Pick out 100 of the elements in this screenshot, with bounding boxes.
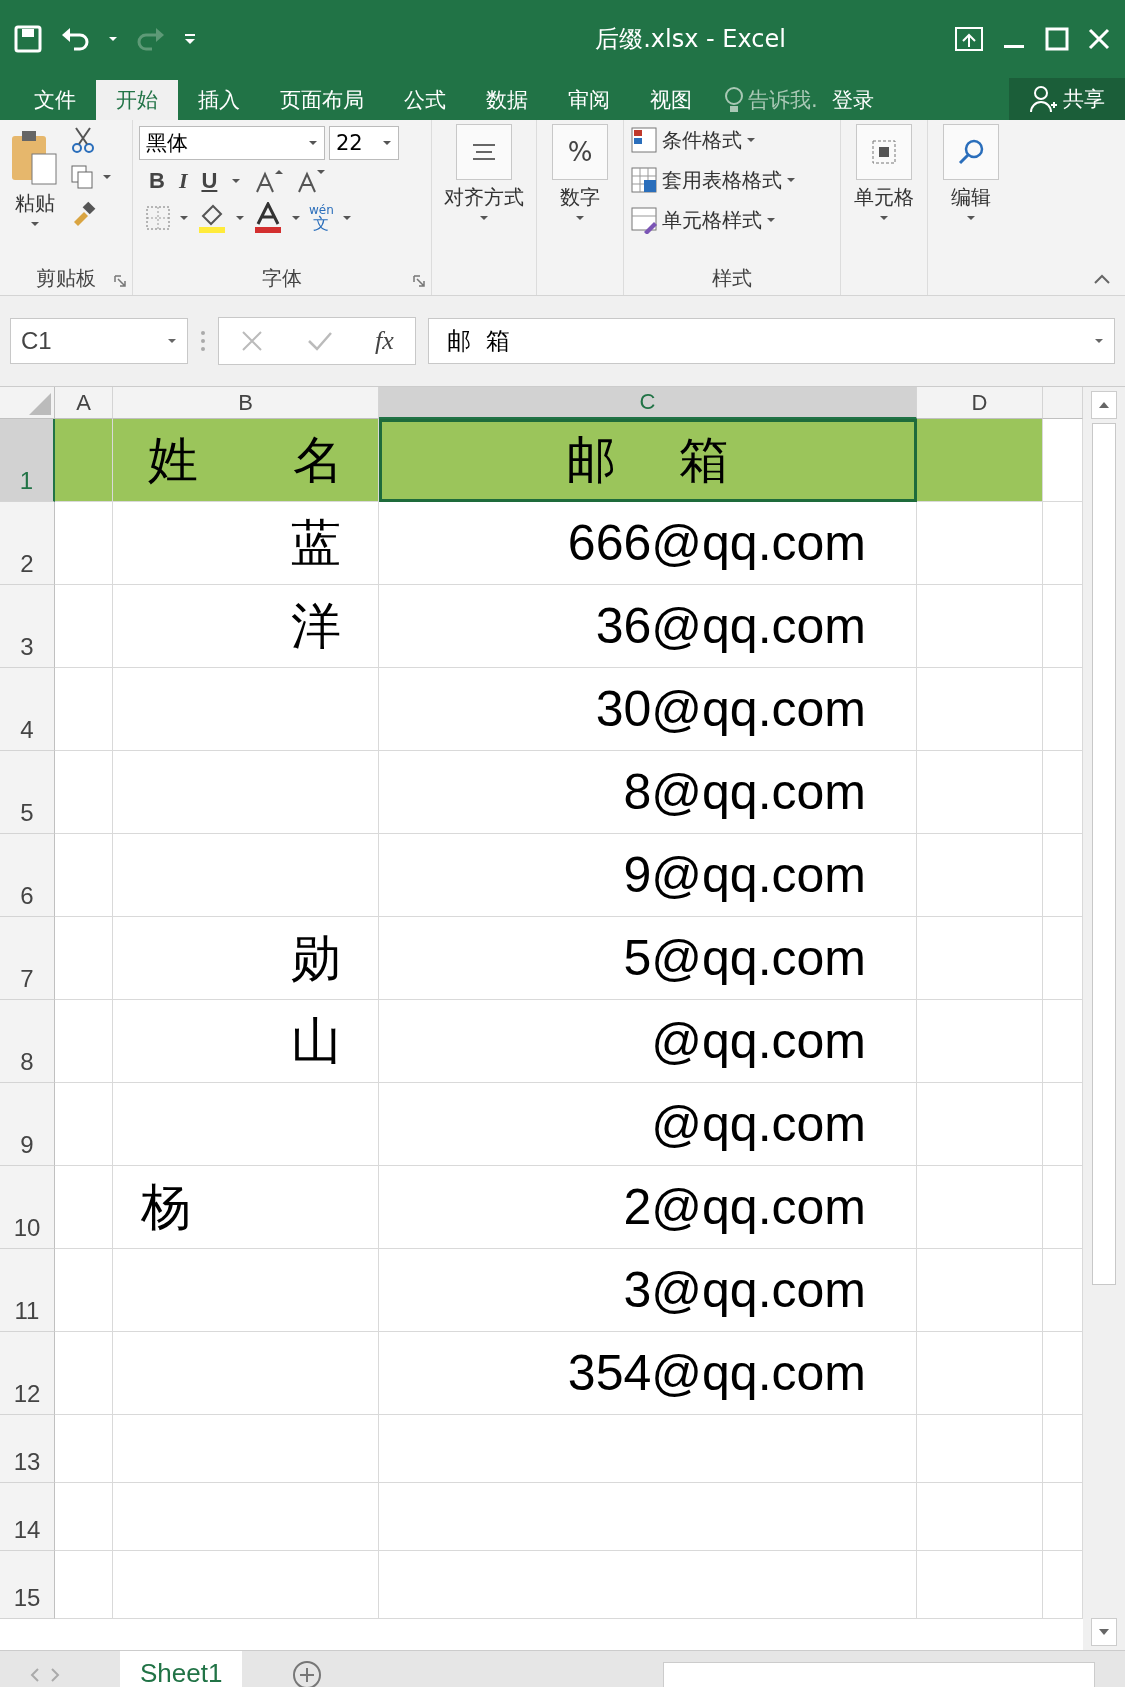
conditional-formatting-button[interactable]: 条件格式 <box>630 126 834 154</box>
ribbon-tab[interactable]: 公式 <box>384 80 466 120</box>
caret-icon[interactable] <box>479 215 489 221</box>
cells-button[interactable]: 单元格 <box>847 120 921 225</box>
scrollbar-thumb[interactable] <box>1092 423 1116 1285</box>
empty-cell <box>55 1415 113 1483</box>
add-sheet-icon[interactable] <box>292 1660 323 1687</box>
format-as-table-button[interactable]: 套用表格格式 <box>630 166 834 194</box>
row-header[interactable]: 1 <box>0 419 55 502</box>
font-size-dropdown[interactable]: 22 <box>329 126 399 160</box>
insert-function-button[interactable]: fx <box>375 326 394 356</box>
row-header[interactable]: 9 <box>0 1083 55 1166</box>
row-header[interactable]: 7 <box>0 917 55 1000</box>
phonetic-button[interactable]: wén 文 <box>309 204 334 232</box>
row-header[interactable]: 15 <box>0 1551 55 1619</box>
ribbon-display-icon[interactable] <box>955 27 983 51</box>
caret-icon[interactable] <box>766 217 776 223</box>
font-color-icon[interactable] <box>253 202 283 234</box>
caret-icon[interactable] <box>575 215 585 221</box>
align-lines-icon[interactable] <box>471 142 497 162</box>
paste-button[interactable]: 粘贴 <box>6 126 64 261</box>
search-icon[interactable] <box>957 138 985 166</box>
bold-button[interactable]: B <box>149 168 165 194</box>
horizontal-scrollbar[interactable] <box>663 1662 1095 1687</box>
increase-font-icon[interactable] <box>255 168 284 194</box>
number-format-button[interactable]: % 数字 <box>543 120 617 225</box>
window-title: 后缀.xlsx - Excel <box>594 24 787 55</box>
conditional-format-icon[interactable] <box>630 126 658 154</box>
row-header[interactable]: 5 <box>0 751 55 834</box>
caret-icon[interactable] <box>308 140 318 146</box>
dialog-launcher-icon[interactable] <box>114 275 126 287</box>
alignment-button[interactable]: 对齐方式 <box>438 120 530 225</box>
cell-styles-button[interactable]: 单元格样式 <box>630 206 834 234</box>
caret-icon[interactable] <box>167 338 177 344</box>
table-cell: 勋 <box>113 917 379 1000</box>
scissors-icon[interactable] <box>70 126 96 154</box>
name-box[interactable]: C1 <box>10 318 188 364</box>
row-header[interactable]: 6 <box>0 834 55 917</box>
ribbon-tab[interactable]: 数据 <box>466 80 548 120</box>
column-header[interactable]: A <box>55 387 113 419</box>
font-name-dropdown[interactable]: 黑体 <box>139 126 325 160</box>
row-header[interactable]: 12 <box>0 1332 55 1415</box>
caret-icon[interactable] <box>786 177 796 183</box>
scroll-up-icon[interactable] <box>1098 401 1110 409</box>
caret-icon[interactable] <box>1094 338 1104 344</box>
ribbon-tab[interactable]: 文件 <box>14 80 96 120</box>
column-header[interactable]: C <box>379 387 917 419</box>
table-format-icon[interactable] <box>630 166 658 194</box>
lightbulb-icon[interactable] <box>724 86 744 114</box>
ribbon-tab[interactable]: 插入 <box>178 80 260 120</box>
caret-icon[interactable] <box>879 215 889 221</box>
row-header[interactable]: 10 <box>0 1166 55 1249</box>
undo-icon[interactable] <box>60 25 90 53</box>
ribbon-tab[interactable]: 开始 <box>96 80 178 120</box>
row-header[interactable]: 3 <box>0 585 55 668</box>
row-header[interactable]: 13 <box>0 1415 55 1483</box>
caret-icon[interactable] <box>108 36 118 42</box>
caret-icon[interactable] <box>231 178 242 184</box>
share-button[interactable]: 共享 <box>1009 78 1125 120</box>
close-icon[interactable] <box>1087 27 1111 51</box>
row-header[interactable]: 11 <box>0 1249 55 1332</box>
row-header[interactable]: 14 <box>0 1483 55 1551</box>
fill-color-icon[interactable] <box>197 202 227 234</box>
underline-button[interactable]: U <box>201 168 218 194</box>
caret-icon[interactable] <box>966 215 976 221</box>
column-header[interactable]: D <box>917 387 1043 419</box>
drag-handle-icon[interactable] <box>200 329 206 353</box>
cells-icon[interactable] <box>870 138 898 166</box>
maximize-icon[interactable] <box>1045 27 1069 51</box>
table-cell: 杨 <box>113 1166 379 1249</box>
person-icon[interactable] <box>1029 85 1057 113</box>
column-header[interactable]: B <box>113 387 379 419</box>
caret-icon[interactable] <box>179 215 189 221</box>
caret-icon[interactable] <box>382 140 392 146</box>
scroll-down-icon[interactable] <box>1098 1628 1110 1636</box>
row-header[interactable]: 4 <box>0 668 55 751</box>
table-cell: 5@qq.com <box>379 917 917 1000</box>
formula-input[interactable]: 邮 箱 <box>428 318 1115 364</box>
cell-style-icon[interactable] <box>630 206 658 234</box>
caret-icon[interactable] <box>30 221 40 227</box>
decrease-font-icon[interactable] <box>297 168 326 194</box>
table-cell: 2@qq.com <box>379 1166 917 1249</box>
ribbon-tab[interactable]: 审阅 <box>548 80 630 120</box>
ribbon-tab[interactable]: 视图 <box>630 80 712 120</box>
row-header[interactable]: 2 <box>0 502 55 585</box>
row-header[interactable]: 8 <box>0 1000 55 1083</box>
dialog-launcher-icon[interactable] <box>413 275 425 287</box>
editing-button[interactable]: 编辑 <box>934 120 1008 225</box>
caret-icon[interactable] <box>102 174 112 180</box>
caret-icon[interactable] <box>235 215 245 221</box>
collapse-ribbon-icon[interactable] <box>1093 273 1111 285</box>
caret-icon[interactable] <box>746 137 756 143</box>
sheet-tab[interactable]: Sheet1 <box>120 1651 243 1687</box>
caret-icon[interactable] <box>341 215 352 221</box>
save-icon[interactable] <box>14 25 42 53</box>
sign-in-link[interactable]: 登录 <box>817 80 888 120</box>
caret-icon[interactable] <box>291 215 301 221</box>
italic-button[interactable]: I <box>178 168 188 194</box>
customize-toolbar-icon[interactable] <box>184 33 196 45</box>
ribbon-tab[interactable]: 页面布局 <box>260 80 384 120</box>
